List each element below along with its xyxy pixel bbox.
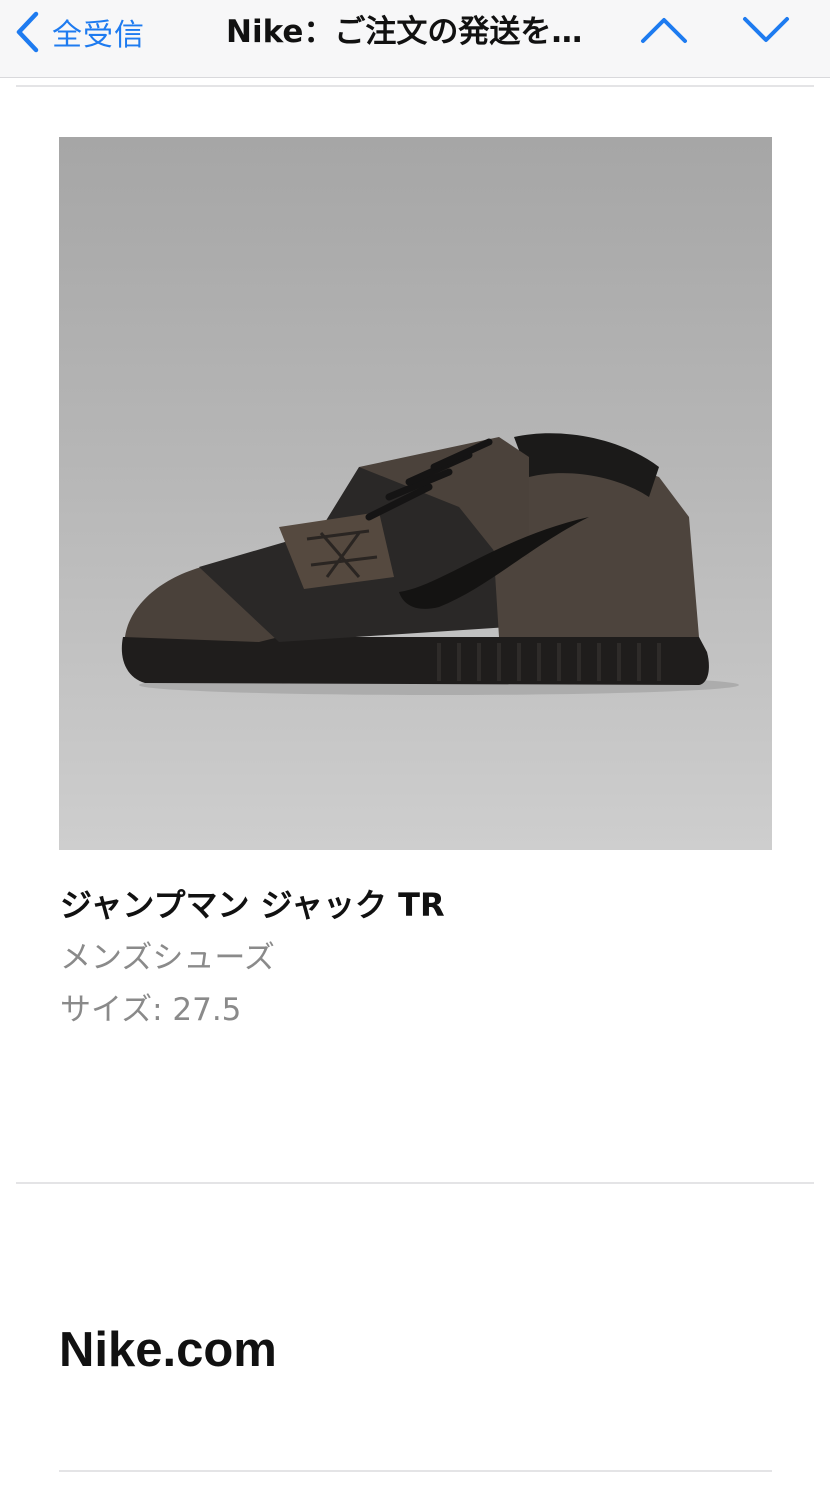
back-label: 全受信 [52,18,145,53]
product-image[interactable] [59,137,772,850]
divider-bottom [59,1470,772,1472]
divider-middle [16,1182,814,1184]
email-subject-title: Nike：ご注文の発送を… [226,14,583,50]
next-email-button[interactable] [738,8,794,56]
back-to-inbox-button[interactable]: 全受信 [14,8,145,56]
product-size: サイズ: 27.5 [60,984,241,1029]
chevron-left-icon [14,10,40,54]
size-label: サイズ: [60,992,163,1028]
email-navigation-bar: 全受信 Nike：ご注文の発送を… [0,0,830,78]
chevron-up-icon [639,15,689,49]
shoe-illustration [121,433,739,695]
nike-com-link[interactable]: Nike.com [59,1322,277,1378]
product-name: ジャンプマン ジャック TR [60,886,445,924]
divider-top [16,85,814,87]
previous-email-button[interactable] [636,8,692,56]
size-value: 27.5 [172,992,242,1028]
product-category: メンズシューズ [60,940,275,976]
chevron-down-icon [741,15,791,49]
